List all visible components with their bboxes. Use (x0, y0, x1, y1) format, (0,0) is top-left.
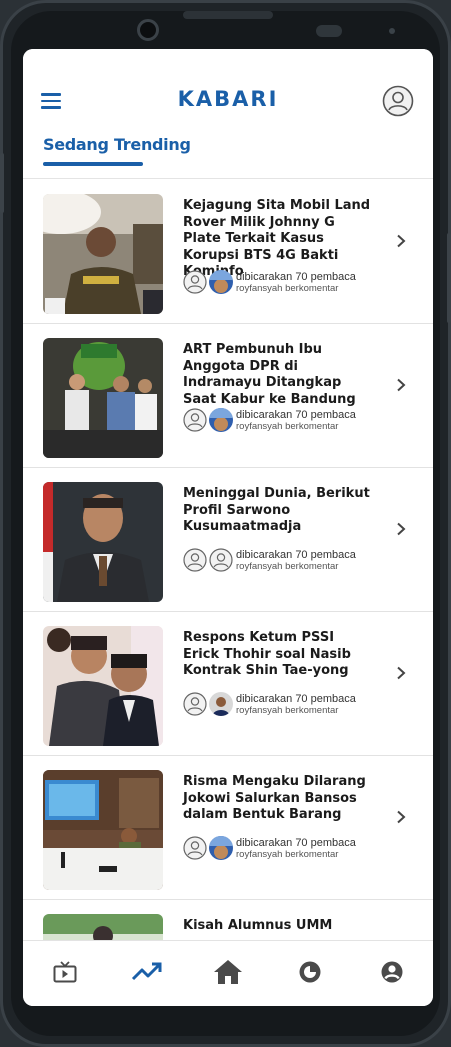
chevron-right-icon (397, 810, 406, 824)
phone-frame: KABARI Sedang Trending Kejagung Sita Mob… (0, 0, 451, 1047)
nav-trending[interactable] (131, 959, 163, 985)
speaker (183, 11, 273, 19)
news-thumbnail (43, 194, 163, 314)
news-card[interactable]: Meninggal Dunia, Berikut Profil Sarwono … (23, 468, 433, 612)
news-thumbnail (43, 914, 163, 940)
commenter-avatar (209, 692, 233, 716)
volume-button (0, 153, 4, 213)
nav-account[interactable] (379, 959, 405, 985)
discover-icon (299, 961, 321, 983)
engagement-info: dibicarakan 70 pembaca royfansyah berkom… (183, 408, 373, 434)
reader-avatar-icon (183, 836, 207, 860)
user-avatar-icon (382, 85, 414, 117)
news-card[interactable]: Kejagung Sita Mobil Land Rover Milik Joh… (23, 180, 433, 324)
reader-avatar-icon (183, 548, 207, 572)
tab-indicator (43, 162, 143, 166)
news-thumbnail (43, 338, 163, 458)
account-icon (381, 961, 403, 983)
commenter-name: royfansyah berkomentar (236, 849, 339, 860)
commenter-avatar-icon (209, 548, 233, 572)
chevron-right-icon (397, 522, 406, 536)
engagement-info: dibicarakan 70 pembaca royfansyah berkom… (183, 692, 373, 718)
engagement-info: dibicarakan 70 pembaca royfansyah berkom… (183, 548, 373, 574)
tv-icon (53, 961, 77, 983)
nav-discover[interactable] (297, 959, 323, 985)
news-title: ART Pembunuh Ibu Anggota DPR di Indramay… (183, 342, 356, 407)
news-thumbnail (43, 770, 163, 890)
news-card[interactable]: Respons Ketum PSSI Erick Thohir soal Nas… (23, 612, 433, 756)
chevron-right-icon (397, 666, 406, 680)
commenter-name: royfansyah berkomentar (236, 283, 339, 294)
reader-count: dibicarakan 70 pembaca (236, 837, 356, 849)
news-card[interactable]: Kisah Alumnus UMM (23, 900, 433, 940)
trending-icon (131, 962, 162, 981)
news-thumbnail (43, 482, 163, 602)
news-title: Risma Mengaku Dilarang Jokowi Salurkan B… (183, 774, 366, 822)
nav-tv[interactable] (52, 959, 78, 985)
profile-button[interactable] (382, 85, 414, 117)
news-feed[interactable]: Kejagung Sita Mobil Land Rover Milik Joh… (23, 180, 433, 940)
reader-count: dibicarakan 70 pembaca (236, 549, 356, 561)
chevron-right-icon (397, 234, 406, 248)
commenter-name: royfansyah berkomentar (236, 561, 339, 572)
news-title: Kisah Alumnus UMM (183, 918, 333, 933)
app-screen: KABARI Sedang Trending Kejagung Sita Mob… (23, 49, 433, 1006)
news-title: Meninggal Dunia, Berikut Profil Sarwono … (183, 486, 370, 534)
commenter-name: royfansyah berkomentar (236, 421, 339, 432)
chevron-right-icon (397, 378, 406, 392)
commenter-name: royfansyah berkomentar (236, 705, 339, 716)
reader-avatar-icon (183, 270, 207, 294)
commenter-avatar (209, 270, 233, 294)
commenter-avatar (209, 836, 233, 860)
news-card[interactable]: Risma Mengaku Dilarang Jokowi Salurkan B… (23, 756, 433, 900)
app-header: KABARI Sedang Trending (23, 49, 433, 179)
nav-home[interactable] (213, 959, 243, 985)
tab-trending[interactable]: Sedang Trending (43, 135, 191, 154)
bottom-navigation (23, 940, 433, 1006)
reader-avatar-icon (183, 692, 207, 716)
front-camera (137, 19, 159, 41)
news-title: Respons Ketum PSSI Erick Thohir soal Nas… (183, 630, 351, 678)
reader-count: dibicarakan 70 pembaca (236, 693, 356, 705)
reader-count: dibicarakan 70 pembaca (236, 409, 356, 421)
power-button (447, 233, 451, 323)
news-card[interactable]: ART Pembunuh Ibu Anggota DPR di Indramay… (23, 324, 433, 468)
engagement-info: dibicarakan 70 pembaca royfansyah berkom… (183, 270, 373, 296)
reader-avatar-icon (183, 408, 207, 432)
app-logo: KABARI (177, 87, 279, 111)
reader-count: dibicarakan 70 pembaca (236, 271, 356, 283)
sensor-dot (389, 28, 395, 34)
sensor (316, 25, 342, 37)
commenter-avatar (209, 408, 233, 432)
news-thumbnail (43, 626, 163, 746)
engagement-info: dibicarakan 70 pembaca royfansyah berkom… (183, 836, 373, 862)
home-icon (214, 960, 242, 984)
news-title: Kejagung Sita Mobil Land Rover Milik Joh… (183, 198, 371, 279)
